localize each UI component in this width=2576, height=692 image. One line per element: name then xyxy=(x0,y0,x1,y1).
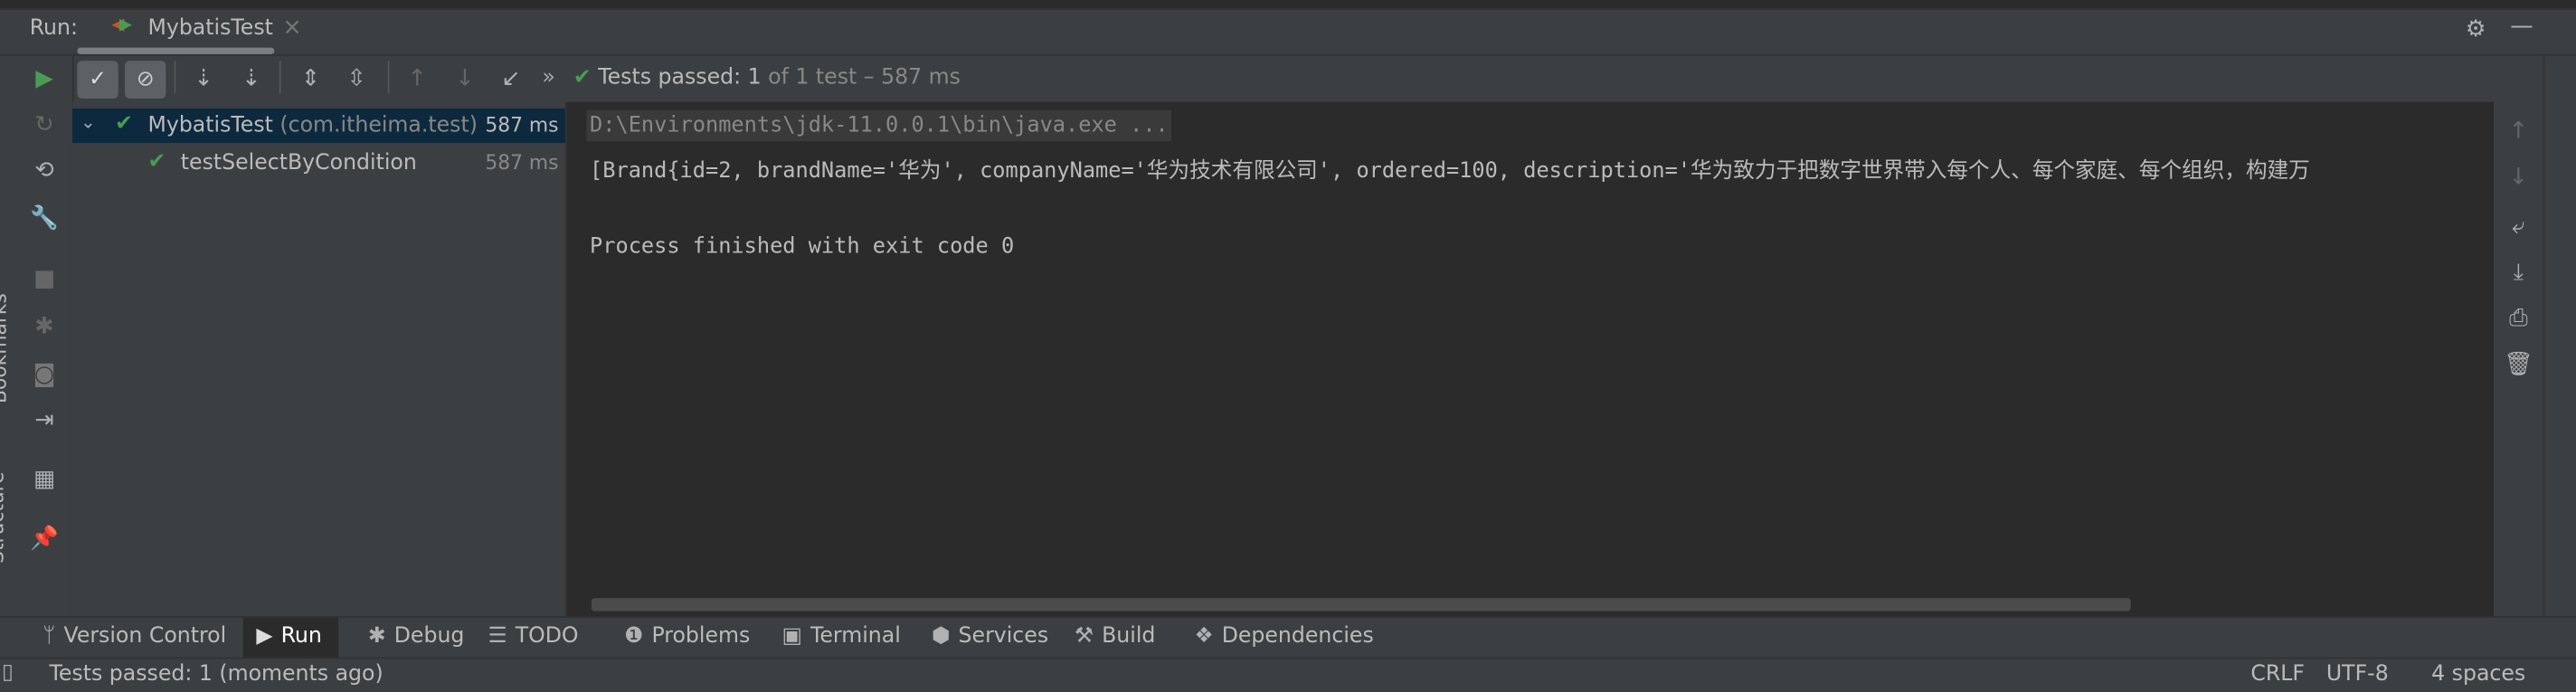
editor-remnant xyxy=(0,0,2576,9)
prev-failed-icon: ↑ xyxy=(407,65,427,92)
show-passed-toggle[interactable]: ✓ xyxy=(77,61,118,99)
up-arrow-icon[interactable]: ↑ xyxy=(2502,118,2534,145)
problems-icon: ❶ xyxy=(624,624,644,649)
exit-icon[interactable]: ⇥ xyxy=(28,407,61,433)
hammer-icon: ⚒ xyxy=(1074,624,1094,649)
sort-duration-icon[interactable]: ⇣ xyxy=(235,66,268,92)
line-separator[interactable]: CRLF xyxy=(2250,662,2305,687)
soft-wrap-icon[interactable]: ⤶ xyxy=(2502,213,2534,240)
console-line: [Brand{id=2, brandName='华为', companyName… xyxy=(590,159,2310,185)
bug-icon: ✱ xyxy=(367,624,386,649)
test-package: (com.itheima.test) xyxy=(272,113,478,138)
chevron-down-icon[interactable]: ⌄ xyxy=(80,112,96,134)
bookmarks-side-tab[interactable]: Bookmarks xyxy=(0,293,11,403)
run-icon: ▶ xyxy=(256,624,273,649)
layout-icon[interactable]: ▦ xyxy=(28,467,61,493)
indent-setting[interactable]: 4 spaces xyxy=(2431,662,2525,687)
tool-window-version-control[interactable]: ᛘ Version Control xyxy=(43,618,226,658)
tab-underline xyxy=(77,47,275,54)
console-command: D:\Environments\jdk-11.0.0.1\bin\java.ex… xyxy=(586,109,1172,142)
tree-row-mybatistest[interactable]: ⌄ ✔ MybatisTest (com.itheima.test) 587 m… xyxy=(71,108,565,144)
structure-side-tab[interactable]: Structure xyxy=(0,471,8,563)
status-bar: ▯ Tests passed: 1 (moments ago) CRLF UTF… xyxy=(0,657,2576,692)
wrench-icon[interactable]: 🔧 xyxy=(28,205,61,232)
minimize-icon[interactable]: — xyxy=(2505,14,2538,40)
camera-icon[interactable]: ◙ xyxy=(28,362,61,388)
left-toolbar: ▶ ↻ ⟲ 🔧 ■ ✱ ◙ ⇥ ▦ 📌 xyxy=(0,55,74,618)
tool-window-dependencies[interactable]: ❖ Dependencies xyxy=(1194,618,1373,658)
horizontal-scrollbar[interactable] xyxy=(591,598,2131,611)
console-output[interactable]: D:\Environments\jdk-11.0.0.1\bin\java.ex… xyxy=(566,101,2495,618)
rerun-icon[interactable]: ▶ xyxy=(28,66,61,92)
import-tests-icon[interactable]: ↙ xyxy=(495,66,527,92)
test-class-icon: ◀▶ xyxy=(111,16,133,35)
test-time: 587 ms xyxy=(485,151,559,175)
run-tab[interactable]: ◀▶ MybatisTest × xyxy=(109,14,312,50)
test-time: 587 ms xyxy=(485,113,559,137)
trash-icon[interactable]: 🗑 xyxy=(2502,352,2534,378)
run-label: Run: xyxy=(29,16,78,42)
tool-window-todo[interactable]: ☰ TODO xyxy=(488,618,578,658)
collapse-all-icon[interactable]: ⇳ xyxy=(340,66,373,92)
divider xyxy=(0,8,2576,10)
toggle-autotest-icon[interactable]: ⟲ xyxy=(28,157,61,184)
tree-row-testselectbycondition[interactable]: ✔ testSelectByCondition 587 ms xyxy=(72,147,565,181)
down-arrow-icon[interactable]: ↓ xyxy=(2502,165,2534,191)
sort-alpha-icon[interactable]: ⇣ xyxy=(187,66,220,92)
test-tree: ⌄ ✔ MybatisTest (com.itheima.test) 587 m… xyxy=(71,101,567,618)
pin-icon[interactable]: 📌 xyxy=(28,526,61,552)
test-status: ✔ Tests passed: 1 of 1 test – 587 ms xyxy=(573,65,961,90)
more-actions[interactable]: » xyxy=(542,66,554,90)
console-toolbar: ↑ ↓ ⤶ ⤓ ⎙ 🗑 xyxy=(2494,101,2543,618)
toggle-tool-windows-icon[interactable]: ▯ xyxy=(2,660,14,685)
tool-window-services[interactable]: ⬢ Services xyxy=(932,618,1048,658)
tab-label: MybatisTest xyxy=(147,16,273,42)
branch-icon: ᛘ xyxy=(43,624,56,649)
list-icon: ☰ xyxy=(488,624,507,649)
stop-icon: ■ xyxy=(33,266,56,293)
tool-window-run[interactable]: ▶ Run xyxy=(242,617,339,658)
right-strip xyxy=(2543,55,2576,618)
tool-window-build[interactable]: ⚒ Build xyxy=(1075,618,1156,658)
check-icon: ✔ xyxy=(147,149,166,175)
console-exit-line: Process finished with exit code 0 xyxy=(590,234,1015,260)
divider xyxy=(0,53,2576,56)
check-icon: ✔ xyxy=(573,65,592,90)
rerun-failed-icon: ↻ xyxy=(34,111,54,138)
test-name: MybatisTest xyxy=(147,113,273,138)
tool-window-terminal[interactable]: ▣ Terminal xyxy=(782,618,901,658)
dependencies-icon: ❖ xyxy=(1194,624,1214,649)
terminal-icon: ▣ xyxy=(781,624,802,649)
check-icon: ✔ xyxy=(115,111,133,137)
file-encoding[interactable]: UTF-8 xyxy=(2326,662,2389,687)
debug-icon: ✱ xyxy=(34,313,54,340)
test-name: testSelectByCondition xyxy=(180,151,417,176)
expand-all-icon[interactable]: ⇕ xyxy=(294,66,327,92)
services-icon: ⬢ xyxy=(931,624,951,649)
tool-window-problems[interactable]: ❶ Problems xyxy=(624,618,750,658)
show-ignored-toggle[interactable]: ⊘ xyxy=(125,61,166,99)
next-failed-icon: ↓ xyxy=(455,65,475,92)
close-icon[interactable]: × xyxy=(282,14,301,41)
gear-icon[interactable]: ⚙ xyxy=(2459,16,2492,43)
status-message[interactable]: Tests passed: 1 (moments ago) xyxy=(49,662,383,687)
print-icon[interactable]: ⎙ xyxy=(2502,306,2534,332)
tool-window-debug[interactable]: ✱ Debug xyxy=(368,618,465,658)
scroll-to-end-icon[interactable]: ⤓ xyxy=(2502,260,2534,286)
